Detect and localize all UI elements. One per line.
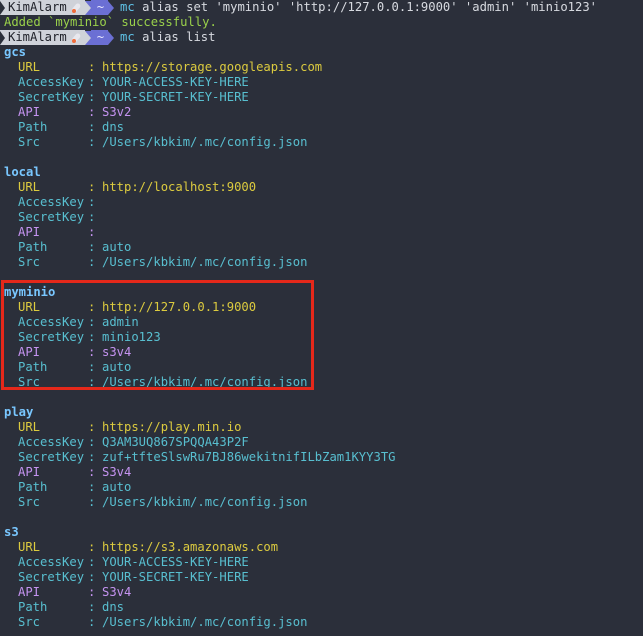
prompt-line: KimAlarm ~ mc alias set 'myminio' 'http:… bbox=[0, 0, 597, 15]
alias-field-accesskey: AccessKey: bbox=[18, 195, 96, 209]
alias-field-url: URL: https://play.min.io bbox=[18, 420, 242, 434]
alias-field-src: Src:/Users/kbkim/.mc/config.json bbox=[18, 135, 308, 149]
prompt-username: KimAlarm bbox=[8, 0, 67, 14]
success-message: Added `myminio` successfully. bbox=[4, 15, 217, 29]
alias-field-secretkey: SecretKey: YOUR-SECRET-KEY-HERE bbox=[18, 90, 249, 104]
alias-field-secretkey: SecretKey: YOUR-SECRET-KEY-HERE bbox=[18, 570, 249, 584]
alias-field-path: Path: auto bbox=[18, 360, 132, 374]
alias-name: gcs bbox=[4, 45, 27, 59]
alias-field-api: API: S3v2 bbox=[18, 105, 132, 119]
alias-field-accesskey: AccessKey: Q3AM3UQ867SPQQA43P2F bbox=[18, 435, 249, 449]
alias-name: local bbox=[4, 165, 41, 179]
prompt-line: KimAlarm ~ mc alias list bbox=[0, 30, 215, 45]
alias-name: play bbox=[4, 405, 34, 419]
alias-field-api: API: s3v4 bbox=[18, 345, 132, 359]
prompt-directory: ~ bbox=[90, 30, 109, 45]
alias-field-url: URL: https://s3.amazonaws.com bbox=[18, 540, 279, 554]
command-name: mc bbox=[120, 0, 135, 14]
command-args: alias list bbox=[142, 30, 216, 44]
alias-field-path: Path: auto bbox=[18, 240, 132, 254]
alias-field-url: URL: http://127.0.0.1:9000 bbox=[18, 300, 257, 314]
alias-name: s3 bbox=[4, 525, 19, 539]
rocket-icon bbox=[71, 2, 83, 14]
alias-field-api: API: S3v4 bbox=[18, 585, 132, 599]
command-text[interactable]: mc alias set 'myminio' 'http://127.0.0.1… bbox=[120, 0, 597, 15]
powerline-separator-icon bbox=[108, 30, 115, 45]
command-args: alias set 'myminio' 'http://127.0.0.1:90… bbox=[142, 0, 598, 14]
command-name: mc bbox=[120, 30, 135, 44]
rocket-icon bbox=[71, 32, 83, 44]
alias-field-path: Path: dns bbox=[18, 600, 125, 614]
alias-field-api: API: S3v4 bbox=[18, 465, 132, 479]
alias-field-path: Path: dns bbox=[18, 120, 125, 134]
prompt-directory: ~ bbox=[90, 0, 109, 15]
alias-field-url: URL: https://storage.googleapis.com bbox=[18, 60, 323, 74]
chevron-right-icon bbox=[0, 30, 5, 45]
alias-field-secretkey: SecretKey: zuf+tfteSlswRu7BJ86wekitnifILb… bbox=[18, 450, 396, 464]
prompt-user-segment: KimAlarm bbox=[0, 30, 85, 45]
alias-field-secretkey: SecretKey: bbox=[18, 210, 96, 224]
alias-field-accesskey: AccessKey: YOUR-ACCESS-KEY-HERE bbox=[18, 75, 249, 89]
alias-field-src: Src:/Users/kbkim/.mc/config.json bbox=[18, 615, 308, 629]
alias-field-accesskey: AccessKey: admin bbox=[18, 315, 139, 329]
prompt-user-segment: KimAlarm bbox=[0, 0, 85, 15]
alias-field-path: Path: auto bbox=[18, 480, 132, 494]
chevron-right-icon bbox=[0, 0, 5, 15]
alias-field-src: Src:/Users/kbkim/.mc/config.json bbox=[18, 375, 308, 389]
alias-field-secretkey: SecretKey: minio123 bbox=[18, 330, 161, 344]
alias-field-src: Src:/Users/kbkim/.mc/config.json bbox=[18, 255, 308, 269]
alias-field-src: Src:/Users/kbkim/.mc/config.json bbox=[18, 495, 308, 509]
alias-field-api: API: bbox=[18, 225, 96, 239]
terminal-window[interactable]: KimAlarm ~ mc alias set 'myminio' 'http:… bbox=[0, 0, 643, 636]
alias-field-url: URL: http://localhost:9000 bbox=[18, 180, 257, 194]
alias-field-accesskey: AccessKey: YOUR-ACCESS-KEY-HERE bbox=[18, 555, 249, 569]
prompt-username: KimAlarm bbox=[8, 30, 67, 44]
alias-name: myminio bbox=[4, 285, 56, 299]
command-text[interactable]: mc alias list bbox=[120, 30, 215, 45]
powerline-separator-icon bbox=[108, 0, 115, 15]
